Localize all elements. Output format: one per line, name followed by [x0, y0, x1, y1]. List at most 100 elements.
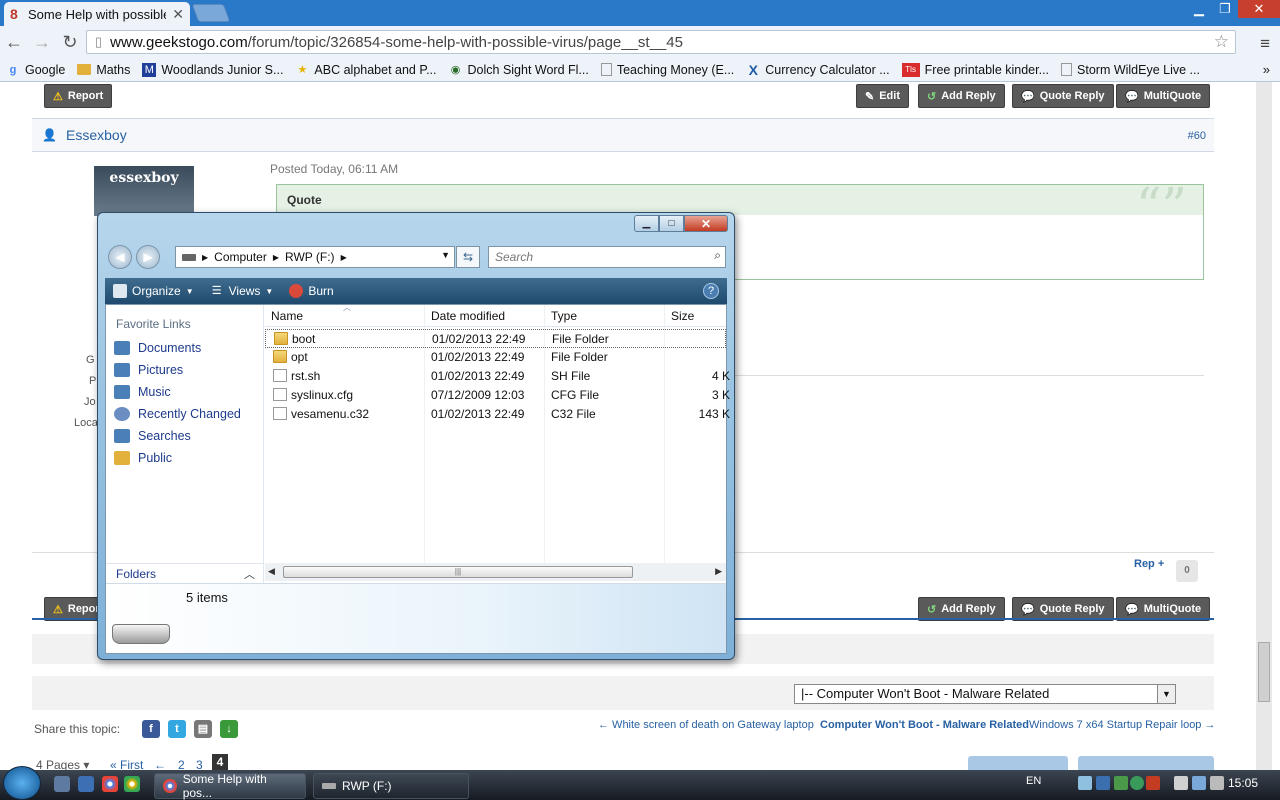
reload-icon[interactable]: ↻ [56, 32, 84, 53]
page-scrollbar[interactable] [1256, 82, 1272, 770]
print-icon[interactable]: ▤ [194, 720, 212, 738]
network-icon[interactable] [1192, 776, 1206, 790]
bookmark-woodlands[interactable]: M Woodlands Junior S... [136, 62, 289, 77]
bookmark-currency[interactable]: X Currency Calculator ... [740, 63, 895, 77]
language-indicator[interactable]: EN [1026, 775, 1041, 787]
start-new-topic-button[interactable] [1078, 756, 1214, 770]
breadcrumb-computer[interactable]: Computer [214, 250, 267, 264]
bookmark-star-icon[interactable]: ☆ [1214, 32, 1229, 52]
bookmark-free-printable[interactable]: Tls Free printable kinder... [896, 62, 1055, 77]
page-2-link[interactable]: 2 [178, 758, 185, 770]
multiquote-button[interactable]: 💬 MultiQuote [1116, 84, 1211, 108]
start-button[interactable] [3, 766, 41, 800]
forum-jump-select[interactable]: |-- Computer Won't Boot - Malware Relate… [794, 684, 1176, 704]
tray-icon[interactable] [1114, 776, 1128, 790]
close-icon[interactable]: ✕ [684, 215, 728, 232]
restore-icon[interactable]: ❐ [1212, 0, 1238, 18]
close-tab-icon[interactable]: ✕ [172, 6, 184, 23]
new-tab-button[interactable] [191, 4, 231, 22]
folders-toggle[interactable]: Folders ︿ [106, 563, 264, 583]
show-desktop-icon[interactable] [54, 776, 70, 792]
explorer-search-input[interactable]: Search ⌕ [488, 246, 726, 268]
username-link[interactable]: Essexboy [66, 127, 127, 143]
nav-item-documents[interactable]: Documents [114, 341, 201, 355]
chrome-icon[interactable] [102, 776, 118, 792]
bookmark-abc[interactable]: ★ ABC alphabet and P... [289, 63, 442, 77]
column-name[interactable]: Name [271, 309, 303, 323]
first-page-link[interactable]: « First [110, 758, 143, 770]
help-icon[interactable]: ? [703, 283, 719, 299]
post-number-link[interactable]: #60 [1188, 130, 1206, 142]
file-row[interactable]: boot 01/02/2013 22:49 File Folder [265, 329, 726, 348]
bookmark-dolch[interactable]: ◉ Dolch Sight Word Fl... [443, 63, 595, 77]
add-reply-button[interactable]: ↺ Add Reply [918, 84, 1005, 108]
bookmark-maths[interactable]: Maths [71, 63, 136, 77]
nav-item-pictures[interactable]: Pictures [114, 363, 183, 377]
download-icon[interactable]: ↓ [220, 720, 238, 738]
scrollbar-thumb[interactable]: ||| [283, 566, 633, 578]
tray-icon[interactable] [1174, 776, 1188, 790]
previous-topic-link[interactable]: ← White screen of death on Gateway lapto… [598, 719, 814, 731]
minimize-icon[interactable]: ▁ [634, 215, 659, 232]
bookmarks-overflow-icon[interactable]: » [1263, 62, 1270, 77]
previous-page-link[interactable]: ← [154, 758, 166, 770]
explorer-address-bar[interactable]: ▶ Computer ▶ RWP (F:) ▶ ▼ [175, 246, 455, 268]
minimize-icon[interactable]: ▁ [1186, 0, 1212, 18]
browser-tab[interactable]: 8 Some Help with possible \ ✕ [4, 2, 190, 26]
scrollbar-thumb[interactable] [1258, 642, 1270, 702]
forward-arrow-icon[interactable]: ▶ [136, 245, 160, 269]
volume-icon[interactable] [1210, 776, 1224, 790]
nav-item-music[interactable]: Music [114, 385, 171, 399]
chevron-down-icon[interactable]: ▼ [441, 250, 450, 260]
bookmark-google[interactable]: g Google [0, 63, 71, 77]
tray-icon[interactable] [1146, 776, 1160, 790]
tray-icon[interactable] [1096, 776, 1110, 790]
refresh-icon[interactable]: ⇆ [456, 246, 480, 268]
pages-dropdown[interactable]: 4 Pages ▾ [36, 758, 89, 770]
file-row[interactable]: opt 01/02/2013 22:49 File Folder [265, 348, 726, 367]
back-arrow-icon[interactable]: ← [0, 32, 28, 53]
chrome-icon[interactable] [124, 776, 140, 792]
taskbar-chrome-window[interactable]: Some Help with pos... [154, 772, 306, 800]
rep-plus-link[interactable]: Rep + [1134, 558, 1164, 570]
scroll-right-icon[interactable]: ▶ [715, 566, 722, 577]
taskbar-explorer-window[interactable]: RWP (F:) [313, 773, 469, 799]
report-button[interactable]: ⚠ Report [44, 84, 113, 108]
breadcrumb-drive[interactable]: RWP (F:) [285, 250, 335, 264]
chrome-menu-icon[interactable]: ≡ [1260, 34, 1270, 54]
file-row[interactable]: vesamenu.c32 01/02/2013 22:49 C32 File 1… [265, 405, 730, 424]
switch-windows-icon[interactable] [78, 776, 94, 792]
twitter-icon[interactable]: t [168, 720, 186, 738]
nav-item-recently-changed[interactable]: Recently Changed [114, 407, 241, 421]
organize-button[interactable]: Organize ▼ [105, 284, 202, 298]
back-arrow-icon[interactable]: ◀ [108, 245, 132, 269]
task-label: Some Help with pos... [182, 772, 267, 800]
column-size[interactable]: Size [671, 309, 694, 323]
scroll-left-icon[interactable]: ◀ [268, 566, 275, 577]
forward-arrow-icon[interactable]: → [28, 32, 56, 53]
column-date-modified[interactable]: Date modified [431, 309, 505, 323]
clock[interactable]: 15:05 [1228, 776, 1258, 790]
nav-item-public[interactable]: Public [114, 451, 172, 465]
page-3-link[interactable]: 3 [196, 758, 203, 770]
file-row[interactable]: rst.sh 01/02/2013 22:49 SH File 4 K [265, 367, 730, 386]
edit-button[interactable]: ✎ Edit [856, 84, 909, 108]
tray-icon[interactable] [1130, 776, 1144, 790]
facebook-icon[interactable]: f [142, 720, 160, 738]
horizontal-scrollbar[interactable]: ◀ ||| ▶ [265, 563, 726, 581]
column-type[interactable]: Type [551, 309, 577, 323]
quote-reply-button[interactable]: 💬 Quote Reply [1012, 84, 1114, 108]
bookmark-teaching-money[interactable]: Teaching Money (E... [595, 63, 740, 77]
tray-icon[interactable] [1078, 776, 1092, 790]
add-reply-bottom-button[interactable] [968, 756, 1068, 770]
maximize-icon[interactable]: □ [659, 215, 684, 232]
file-row[interactable]: syslinux.cfg 07/12/2009 12:03 CFG File 3… [265, 386, 730, 405]
nav-item-searches[interactable]: Searches [114, 429, 191, 443]
address-bar[interactable]: ▯ www.geekstogo.com /forum/topic/326854-… [86, 30, 1236, 54]
burn-button[interactable]: Burn [281, 284, 341, 298]
current-topic-link[interactable]: Computer Won't Boot - Malware Related [820, 719, 1029, 731]
close-window-icon[interactable]: ✕ [1238, 0, 1280, 18]
next-topic-link[interactable]: Windows 7 x64 Startup Repair loop → [1029, 719, 1215, 731]
bookmark-storm[interactable]: Storm WildEye Live ... [1055, 63, 1206, 77]
views-button[interactable]: ☰ Views ▼ [202, 284, 282, 298]
